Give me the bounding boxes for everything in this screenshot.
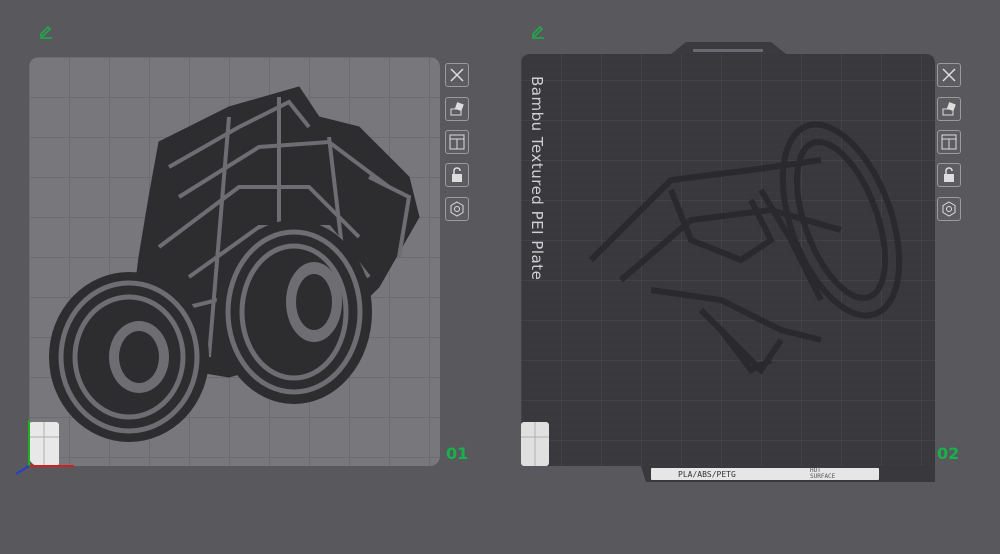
lock-plate-2-button[interactable]	[937, 163, 961, 187]
plate-2-number: 02	[937, 444, 960, 463]
arrange-plate-1-button[interactable]	[445, 130, 469, 154]
auto-orient-icon	[942, 102, 956, 116]
material-label: PLA/ABS/PETG	[678, 470, 736, 479]
settings-plate-2-button[interactable]	[937, 197, 961, 221]
axis-gizmo	[15, 420, 74, 475]
auto-orient-plate-2-button[interactable]	[937, 97, 961, 121]
settings-plate-1-button[interactable]	[445, 197, 469, 221]
edit-plate-2-icon[interactable]	[530, 23, 546, 39]
close-plate-2-button[interactable]	[937, 63, 961, 87]
arrange-plate-2-button[interactable]	[937, 130, 961, 154]
plate-1-number: 01	[446, 444, 469, 463]
close-icon	[942, 68, 956, 82]
close-icon	[450, 68, 464, 82]
close-plate-1-button[interactable]	[445, 63, 469, 87]
hot-surface-label: HOT SURFACE	[810, 467, 836, 480]
plate-2[interactable]	[521, 40, 935, 482]
lock-icon	[944, 167, 954, 182]
model-truck-view[interactable]	[29, 57, 440, 466]
plate-1[interactable]	[29, 57, 440, 466]
lock-icon	[452, 167, 462, 182]
plate-type-label: Bambu Textured PEI Plate	[528, 76, 546, 281]
edit-plate-1-icon[interactable]	[38, 23, 54, 39]
arrange-icon	[941, 134, 957, 150]
arrange-icon	[449, 134, 465, 150]
settings-icon	[450, 201, 464, 217]
lock-plate-1-button[interactable]	[445, 163, 469, 187]
settings-icon	[942, 201, 956, 217]
auto-orient-icon	[450, 102, 464, 116]
auto-orient-plate-1-button[interactable]	[445, 97, 469, 121]
